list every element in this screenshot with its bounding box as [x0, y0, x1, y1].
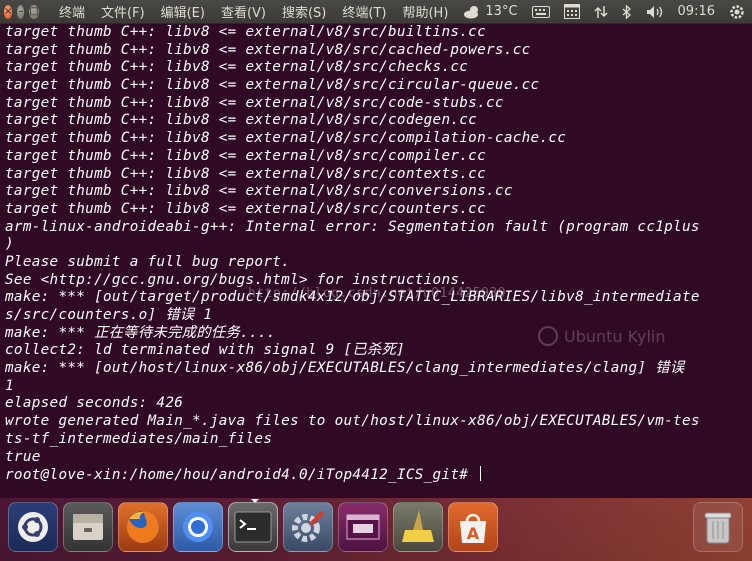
keyboard-icon — [531, 5, 550, 18]
bluetooth-icon — [622, 4, 631, 19]
network-arrows-icon — [594, 5, 608, 18]
terminal-line: ) — [5, 236, 14, 253]
workspace-switcher-icon — [346, 514, 380, 540]
terminal-line: target thumb C++: libv8 <= external/v8/s… — [5, 183, 513, 200]
close-window-button[interactable]: × — [4, 4, 13, 19]
terminal-line: target thumb C++: libv8 <= external/v8/s… — [5, 77, 540, 94]
dash-home-icon — [18, 512, 48, 542]
top-panel: × – □ 终端 文件(F) 编辑(E) 查看(V) 搜索(S) 终端(T) 帮… — [0, 0, 752, 24]
menu-search[interactable]: 搜索(S) — [274, 2, 334, 21]
terminal-line: elapsed seconds: 426 — [5, 395, 184, 412]
terminal-line: wrote generated Main_*.java files to out… — [5, 413, 700, 430]
files-icon — [73, 514, 103, 540]
session-indicator[interactable] — [729, 4, 745, 20]
terminal-line: target thumb C++: libv8 <= external/v8/s… — [5, 200, 487, 217]
workspace-switcher-launcher[interactable] — [338, 502, 388, 552]
terminal-line: ts-tf_intermediates/main_files — [5, 430, 273, 447]
trash-icon — [704, 512, 732, 544]
power-gear-icon — [730, 4, 744, 19]
system-settings-icon — [292, 510, 325, 542]
files-launcher[interactable] — [63, 502, 113, 552]
terminal-launcher[interactable] — [228, 499, 278, 552]
software-center-icon: A — [460, 513, 486, 543]
chromium-launcher[interactable] — [173, 502, 223, 552]
cleaner-broom-icon — [402, 510, 434, 542]
menu-edit[interactable]: 编辑(E) — [153, 2, 213, 21]
temperature-label: 13°C — [485, 4, 518, 19]
svg-text:A: A — [467, 524, 480, 543]
chromium-icon — [183, 512, 213, 542]
calendar-indicator[interactable] — [563, 4, 580, 19]
terminal-line: arm-linux-androideabi-g++: Internal erro… — [5, 218, 700, 235]
maximize-window-button[interactable]: □ — [29, 4, 39, 19]
terminal-line: target thumb C++: libv8 <= external/v8/s… — [5, 147, 487, 164]
terminal-line: target thumb C++: libv8 <= external/v8/s… — [5, 165, 487, 182]
menu-terminal[interactable]: 终端(T) — [334, 2, 394, 21]
bluetooth-indicator[interactable] — [622, 4, 632, 19]
menu-file[interactable]: 文件(F) — [93, 2, 153, 21]
weather-cloudy-icon — [464, 5, 479, 18]
text-cursor — [480, 466, 482, 482]
software-center-launcher[interactable]: A — [448, 502, 498, 552]
terminal-line: collect2: ld terminated with signal 9 [已… — [5, 342, 406, 359]
firefox-icon — [126, 511, 159, 543]
terminal-line: make: *** [out/host/linux-x86/obj/EXECUT… — [5, 360, 685, 377]
terminal-line: Please submit a full bug report. — [5, 253, 291, 270]
app-title: 终端 — [58, 6, 85, 21]
system-tray: 13°C 09:16 — [456, 0, 752, 24]
speaker-icon — [646, 5, 662, 18]
network-indicator[interactable] — [594, 5, 608, 19]
launcher-dock: A — [0, 498, 752, 561]
menu-view[interactable]: 查看(V) — [213, 2, 274, 21]
dash-home-button[interactable] — [8, 502, 58, 552]
volume-indicator[interactable] — [646, 5, 664, 19]
system-settings-launcher[interactable] — [283, 502, 333, 552]
terminal-line: target thumb C++: libv8 <= external/v8/s… — [5, 112, 478, 129]
active-app-indicator — [251, 499, 259, 503]
terminal-text: target thumb C++: libv8 <= external/v8/s… — [5, 24, 700, 484]
cleaner-launcher[interactable] — [393, 502, 443, 552]
terminal-line: true — [5, 448, 41, 465]
weather-indicator[interactable]: 13°C — [463, 4, 518, 19]
minimize-window-button[interactable]: – — [17, 4, 25, 19]
firefox-launcher[interactable] — [118, 502, 168, 552]
trash-launcher[interactable] — [693, 502, 743, 552]
terminal-line: 1 — [5, 377, 14, 394]
terminal-line: target thumb C++: libv8 <= external/v8/s… — [5, 130, 567, 147]
terminal-line: See <http://gcc.gnu.org/bugs.html> for i… — [5, 271, 469, 288]
terminal-prompt-line[interactable]: root@love-xin:/home/hou/android4.0/iTop4… — [5, 466, 700, 484]
calendar-icon — [563, 4, 580, 19]
terminal-line: target thumb C++: libv8 <= external/v8/s… — [5, 59, 469, 76]
shell-prompt: root@love-xin:/home/hou/android4.0/iTop4… — [5, 467, 478, 484]
terminal-line: target thumb C++: libv8 <= external/v8/s… — [5, 94, 504, 111]
terminal-line: s/src/counters.o] 错误 1 — [5, 307, 213, 323]
terminal-line: target thumb C++: libv8 <= external/v8/s… — [5, 24, 487, 40]
terminal-icon — [234, 511, 272, 543]
terminal-output-area[interactable]: http://blog.csdn.net/u014425939 Ubuntu K… — [0, 24, 752, 498]
terminal-line: make: *** 正在等待未完成的任务.... — [5, 324, 276, 341]
menu-bar: 终端 文件(F) 编辑(E) 查看(V) 搜索(S) 终端(T) 帮助(H) — [51, 2, 456, 21]
menu-help[interactable]: 帮助(H) — [394, 2, 456, 21]
keyboard-indicator[interactable] — [531, 5, 550, 18]
terminal-line: make: *** [out/target/product/smdk4x12/o… — [5, 289, 700, 306]
clock-label[interactable]: 09:16 — [678, 4, 715, 19]
terminal-line: target thumb C++: libv8 <= external/v8/s… — [5, 41, 531, 58]
